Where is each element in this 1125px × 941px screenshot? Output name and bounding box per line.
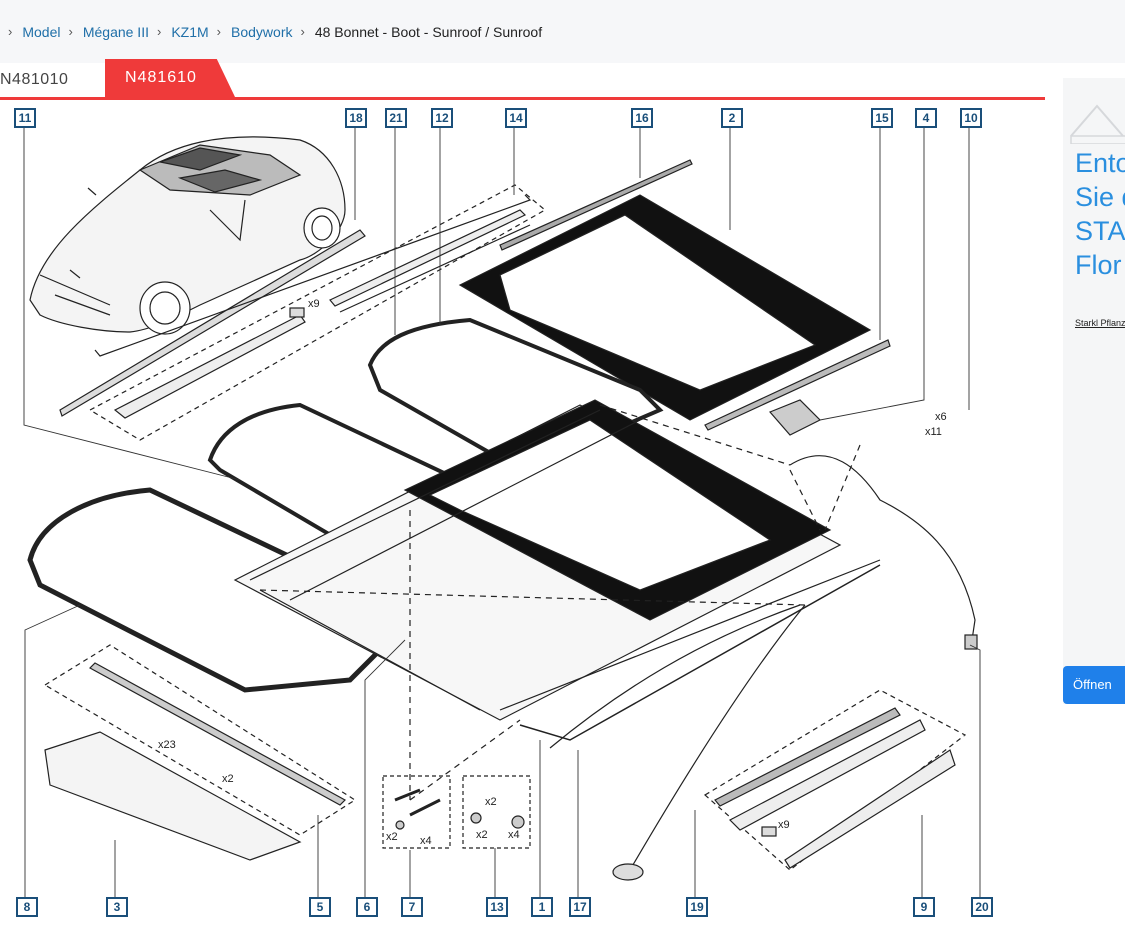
callout-4[interactable]: 4 [915,108,937,128]
callout-16[interactable]: 16 [631,108,653,128]
chevron-right-icon: › [8,24,13,39]
qty-label: x2 [386,831,398,843]
qty-label: x23 [158,739,176,751]
chevron-right-icon: › [216,24,222,39]
breadcrumb: › Model › Mégane III › KZ1M › Bodywork ›… [0,0,1125,63]
callout-2[interactable]: 2 [721,108,743,128]
ad-open-button[interactable]: Öffnen [1063,666,1125,704]
qty-label: x4 [508,829,520,841]
breadcrumb-current: 48 Bonnet - Boot - Sunroof / Sunroof [314,23,543,40]
callout-1[interactable]: 1 [531,897,553,917]
callout-18[interactable]: 18 [345,108,367,128]
callout-11[interactable]: 11 [14,108,36,128]
callout-19[interactable]: 19 [686,897,708,917]
qty-label: x2 [222,773,234,785]
ad-panel[interactable]: Ento Sie d STA Flor Starkl Pflanzen Öffn… [1063,78,1125,704]
chevron-right-icon: › [300,24,305,39]
callout-20[interactable]: 20 [971,897,993,917]
callout-3[interactable]: 3 [106,897,128,917]
callout-5[interactable]: 5 [309,897,331,917]
parts-diagram: x9 x6 x11 x23 x2 x2 x4 x2 x2 x4 x9 [23,125,981,900]
qty-label: x2 [476,829,488,841]
car-illustration [29,136,346,335]
callout-15[interactable]: 15 [871,108,893,128]
callout-6[interactable]: 6 [356,897,378,917]
qty-label: x11 [925,426,942,438]
tab-n481610[interactable]: N481610 [105,59,235,97]
qty-label: x2 [485,796,497,808]
callout-21[interactable]: 21 [385,108,407,128]
callout-12[interactable]: 12 [431,108,453,128]
ad-headline: Ento Sie d STA Flor [1075,148,1125,280]
callout-17[interactable]: 17 [569,897,591,917]
tab-n481010[interactable]: N481010 [0,62,105,98]
breadcrumb-megane[interactable]: Mégane III [83,24,149,40]
qty-label: x9 [778,819,790,831]
diagram-tabs: N481010 N481610 [0,59,1045,99]
breadcrumb-kz1m[interactable]: KZ1M [171,24,208,40]
house-icon [1070,104,1125,144]
callout-8[interactable]: 8 [16,897,38,917]
callout-9[interactable]: 9 [913,897,935,917]
callout-14[interactable]: 14 [505,108,527,128]
breadcrumb-bodywork[interactable]: Bodywork [231,24,292,40]
callout-10[interactable]: 10 [960,108,982,128]
callout-7[interactable]: 7 [401,897,423,917]
chevron-right-icon: › [68,24,73,39]
qty-label: x9 [308,298,320,310]
chevron-right-icon: › [156,24,162,39]
breadcrumb-model[interactable]: Model [22,24,60,40]
callout-13[interactable]: 13 [486,897,508,917]
qty-label: x6 [935,411,947,423]
ad-subline[interactable]: Starkl Pflanzen [1075,318,1125,328]
qty-label: x4 [420,835,432,847]
